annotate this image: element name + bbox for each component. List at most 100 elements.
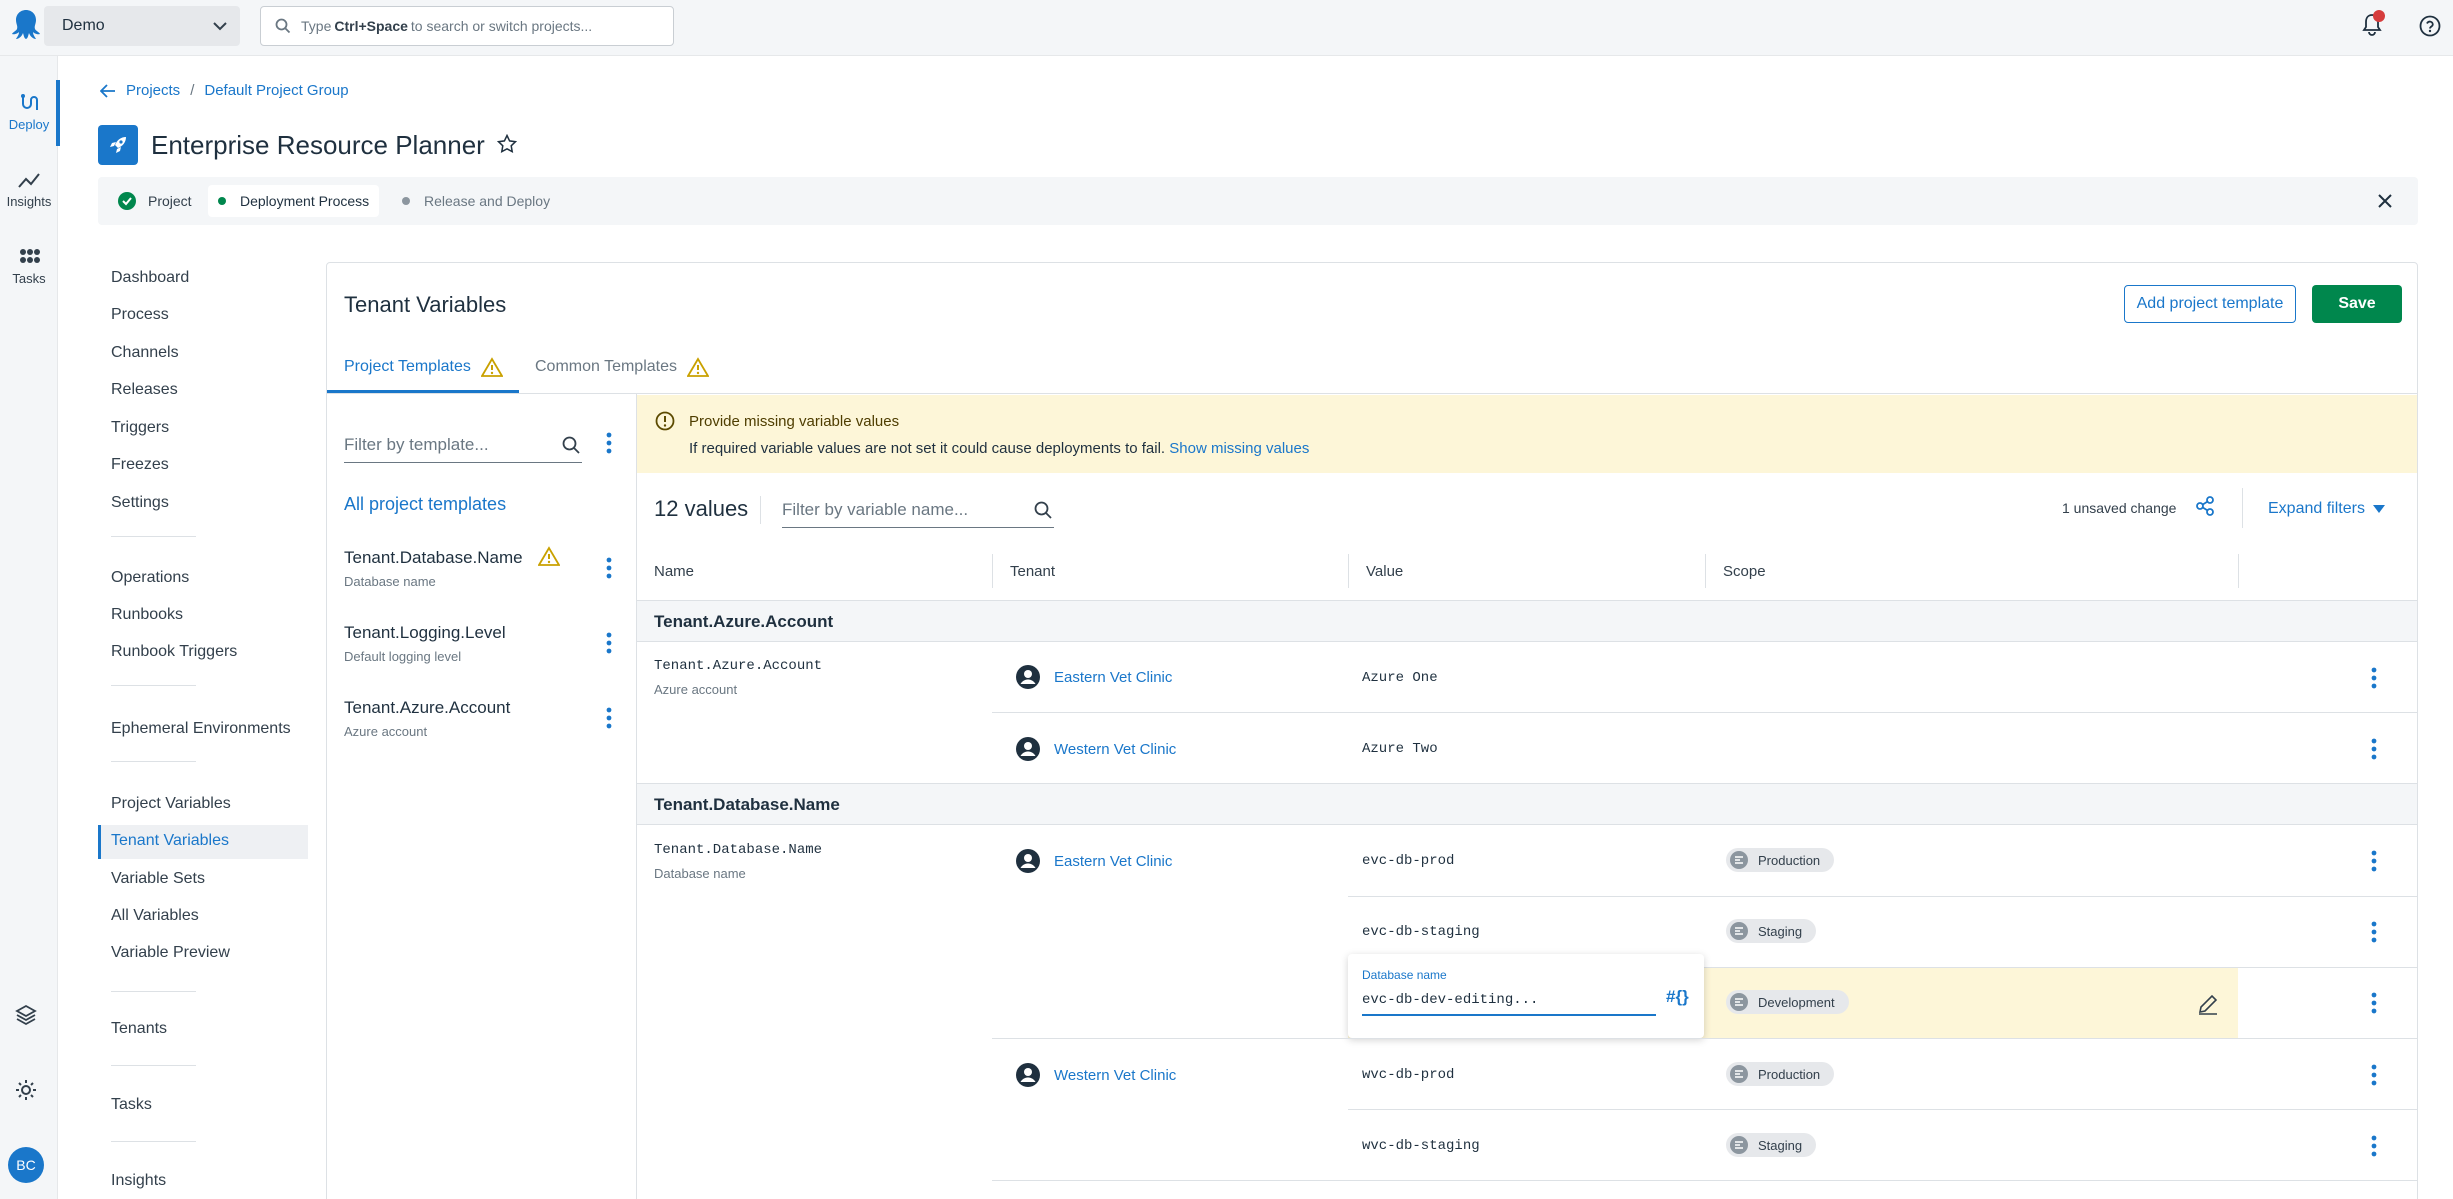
tenant-name: Western Vet Clinic	[1054, 740, 1177, 758]
scope-chip: Production	[1726, 1062, 1835, 1086]
nav-triggers[interactable]: Triggers	[111, 419, 169, 437]
row-menu-icon[interactable]	[2371, 921, 2377, 943]
nav-tenants[interactable]: Tenants	[111, 1020, 167, 1038]
template-item-menu-icon[interactable]	[606, 632, 612, 654]
gear-icon[interactable]	[14, 1078, 38, 1102]
nav-variable-preview[interactable]: Variable Preview	[111, 944, 230, 962]
nav-divider	[111, 536, 196, 537]
template-item-name[interactable]: Tenant.Database.Name	[344, 548, 523, 568]
editor-input[interactable]: evc-db-dev-editing...	[1362, 992, 1538, 1008]
row-divider	[992, 1038, 2417, 1039]
step-deployment-process[interactable]: Deployment Process	[208, 185, 380, 217]
scope-chip-label: Development	[1758, 994, 1835, 1010]
nav-tasks[interactable]: Tasks	[111, 1096, 152, 1114]
template-item-menu-icon[interactable]	[606, 707, 612, 729]
deploy-icon	[21, 94, 38, 110]
environment-icon	[1730, 922, 1748, 940]
row-menu-icon[interactable]	[2371, 992, 2377, 1014]
save-button[interactable]: Save	[2312, 285, 2402, 323]
row-menu-icon[interactable]	[2371, 1135, 2377, 1157]
nav-freezes[interactable]: Freezes	[111, 456, 169, 474]
nav-process[interactable]: Process	[111, 306, 169, 324]
template-item-menu-icon[interactable]	[606, 557, 612, 579]
row-divider	[637, 824, 2417, 825]
close-icon[interactable]	[2378, 194, 2392, 208]
nav-releases[interactable]: Releases	[111, 381, 178, 399]
nav-runbooks[interactable]: Runbooks	[111, 606, 183, 624]
panel-title: Tenant Variables	[344, 292, 507, 317]
layers-icon[interactable]	[14, 1003, 38, 1027]
nav-dashboard[interactable]: Dashboard	[111, 269, 189, 287]
nav-insights[interactable]: Insights	[111, 1172, 166, 1190]
tenant-link[interactable]: Eastern Vet Clinic	[1016, 665, 1172, 689]
variable-value[interactable]: wvc-db-staging	[1362, 1138, 1480, 1154]
tenant-link[interactable]: Western Vet Clinic	[1016, 737, 1176, 761]
inline-value-editor[interactable]: Database name evc-db-dev-editing... #{}	[1348, 954, 1704, 1038]
help-icon[interactable]	[2419, 15, 2441, 37]
share-icon[interactable]	[2195, 496, 2215, 516]
add-project-template-button[interactable]: Add project template	[2124, 285, 2296, 323]
variable-value[interactable]: evc-db-staging	[1362, 924, 1480, 940]
nav-ephemeral-environments[interactable]: Ephemeral Environments	[111, 720, 291, 738]
column-header-tenant: Tenant	[1010, 563, 1056, 580]
row-menu-icon[interactable]	[2371, 850, 2377, 872]
search-input[interactable]: Type Ctrl+Space to search or switch proj…	[260, 6, 674, 46]
template-menu-icon[interactable]	[606, 432, 612, 454]
nav-settings[interactable]: Settings	[111, 494, 169, 512]
row-menu-icon[interactable]	[2371, 667, 2377, 689]
star-icon[interactable]	[497, 134, 517, 154]
scope-chip: Production	[1726, 848, 1835, 872]
rail-deploy[interactable]: Deploy	[0, 92, 58, 132]
variable-value[interactable]: Azure Two	[1362, 741, 1438, 757]
nav-channels[interactable]: Channels	[111, 344, 179, 362]
rail-insights[interactable]: Insights	[0, 169, 58, 209]
scope-chip-label: Staging	[1758, 1137, 1803, 1153]
show-missing-values-link[interactable]: Show missing values	[1169, 440, 1309, 457]
warning-icon	[538, 546, 560, 566]
space-selector-label: Demo	[62, 17, 105, 34]
space-selector[interactable]: Demo	[44, 6, 240, 46]
tab-common-templates[interactable]: Common Templates	[535, 357, 709, 377]
row-menu-icon[interactable]	[2371, 1064, 2377, 1086]
variable-filter-input[interactable]: Filter by variable name...	[782, 492, 1054, 528]
step-release-deploy[interactable]: Release and Deploy	[392, 185, 560, 217]
scope-chip-label: Production	[1758, 852, 1821, 868]
nav-all-variables[interactable]: All Variables	[111, 907, 199, 925]
rail-tasks[interactable]: Tasks	[0, 246, 58, 286]
nav-operations[interactable]: Operations	[111, 569, 189, 587]
row-menu-icon[interactable]	[2371, 738, 2377, 760]
nav-runbook-triggers[interactable]: Runbook Triggers	[111, 643, 237, 661]
variable-value[interactable]: Azure One	[1362, 670, 1438, 686]
octopus-logo-icon[interactable]	[10, 8, 42, 42]
nav-divider	[111, 1065, 196, 1066]
variable-name: Tenant.Database.Name	[654, 842, 823, 858]
onboarding-stepper: Project Deployment Process Release and D…	[98, 177, 2418, 225]
variable-value[interactable]: wvc-db-prod	[1362, 1067, 1454, 1083]
template-item-name[interactable]: Tenant.Azure.Account	[344, 698, 510, 718]
arrow-left-icon[interactable]	[100, 83, 116, 98]
template-item-sub: Default logging level	[344, 649, 462, 664]
nav-tenant-variables[interactable]: Tenant Variables	[111, 832, 229, 850]
scope-chip: Staging	[1726, 1133, 1817, 1157]
step-project[interactable]: Project	[108, 185, 202, 217]
insert-variable-button[interactable]: #{}	[1666, 987, 1689, 1007]
edit-icon[interactable]	[2196, 992, 2220, 1016]
template-filter-input[interactable]: Filter by template...	[344, 427, 582, 463]
avatar[interactable]: BC	[8, 1147, 44, 1183]
breadcrumb-group[interactable]: Default Project Group	[204, 82, 348, 99]
breadcrumb-projects[interactable]: Projects	[126, 82, 180, 99]
nav-project-variables[interactable]: Project Variables	[111, 795, 231, 813]
editor-label: Database name	[1362, 968, 1447, 982]
tab-project-templates-label: Project Templates	[344, 358, 471, 375]
tab-project-templates[interactable]: Project Templates	[344, 357, 503, 377]
all-project-templates-link[interactable]: All project templates	[344, 494, 506, 515]
variable-filter-placeholder: Filter by variable name...	[782, 499, 969, 519]
template-item-name[interactable]: Tenant.Logging.Level	[344, 623, 506, 643]
tenant-link[interactable]: Western Vet Clinic	[1016, 1063, 1176, 1087]
tenant-link[interactable]: Eastern Vet Clinic	[1016, 849, 1172, 873]
insights-icon	[18, 173, 40, 188]
expand-filters-button[interactable]: Expand filters	[2268, 500, 2385, 518]
nav-variable-sets[interactable]: Variable Sets	[111, 870, 205, 888]
variable-value[interactable]: evc-db-prod	[1362, 853, 1454, 869]
breadcrumb-separator: /	[190, 82, 195, 99]
